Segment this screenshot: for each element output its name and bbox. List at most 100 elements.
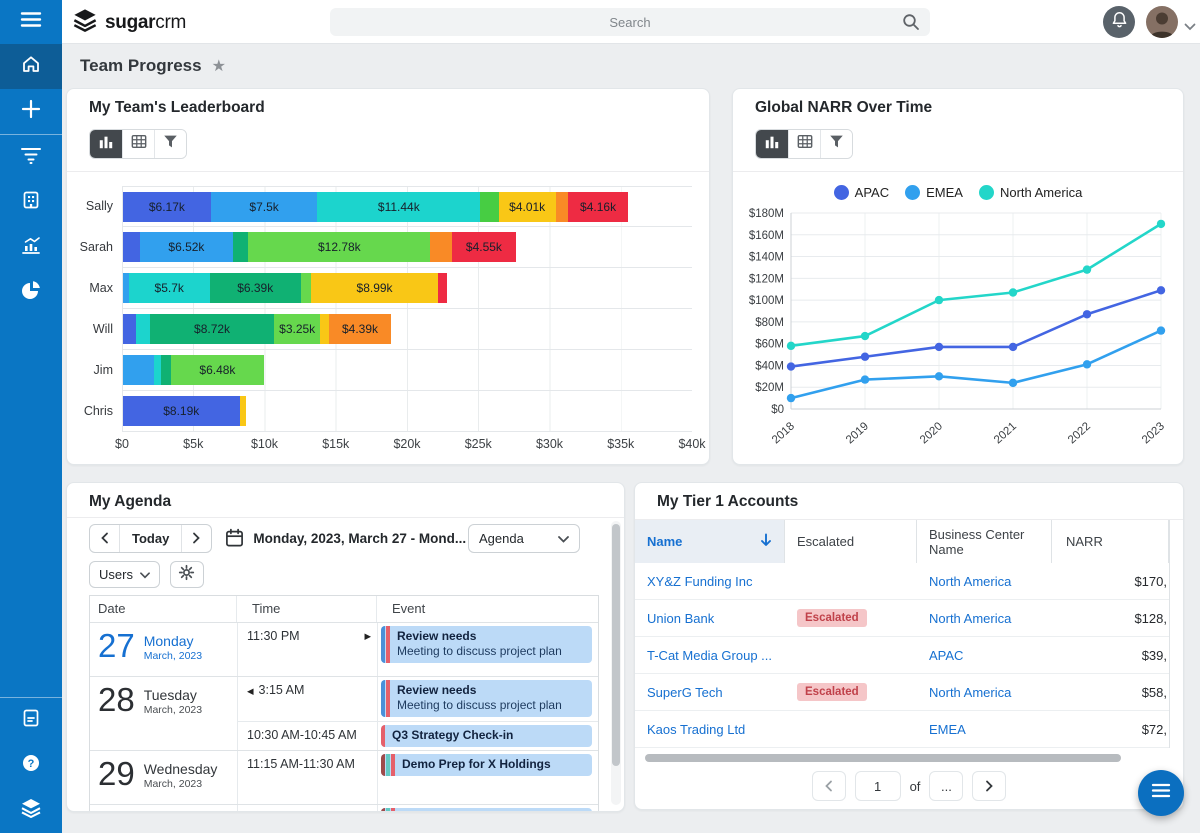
bar-segment[interactable] bbox=[123, 232, 140, 262]
bar-segment[interactable] bbox=[430, 232, 451, 262]
sidebar-item-charts[interactable] bbox=[0, 270, 62, 315]
data-point[interactable] bbox=[861, 375, 869, 383]
data-point[interactable] bbox=[787, 362, 795, 370]
notifications-button[interactable] bbox=[1103, 6, 1135, 38]
chart-view-button[interactable] bbox=[756, 130, 788, 158]
agenda-date-cell[interactable]: 28TuesdayMarch, 2023 bbox=[90, 677, 237, 750]
data-point[interactable] bbox=[1083, 265, 1091, 273]
narr-line-chart[interactable]: $0$20M$40M$60M$80M$100M$120M$140M$160M$1… bbox=[739, 203, 1175, 455]
agenda-date-cell[interactable]: 31FridayMarch, 2023 bbox=[90, 805, 237, 812]
data-point[interactable] bbox=[1157, 286, 1165, 294]
bar-segment[interactable] bbox=[556, 192, 569, 222]
stacked-bar[interactable]: $8.72k$3.25k$4.39k bbox=[123, 314, 692, 344]
sidebar-item-home[interactable] bbox=[0, 44, 62, 89]
today-button[interactable]: Today bbox=[119, 525, 182, 552]
bar-segment[interactable] bbox=[438, 273, 447, 303]
table-view-button[interactable] bbox=[122, 130, 154, 158]
data-point[interactable] bbox=[1083, 360, 1091, 368]
bar-segment[interactable]: $4.39k bbox=[329, 314, 391, 344]
next-button[interactable] bbox=[182, 525, 211, 552]
data-point[interactable] bbox=[1157, 326, 1165, 334]
sidebar-item-sugar[interactable] bbox=[0, 788, 62, 833]
account-name-link[interactable]: Union Bank bbox=[647, 611, 714, 626]
bar-segment[interactable] bbox=[320, 314, 329, 344]
account-name-link[interactable]: XY&Z Funding Inc bbox=[647, 574, 753, 589]
agenda-date-cell[interactable]: 27MondayMarch, 2023 bbox=[90, 623, 237, 676]
stacked-bar[interactable]: $8.19k bbox=[123, 396, 692, 426]
agenda-settings-button[interactable] bbox=[170, 561, 204, 588]
agenda-scrollbar[interactable] bbox=[611, 521, 621, 805]
data-point[interactable] bbox=[1083, 310, 1091, 318]
quick-actions-fab[interactable] bbox=[1138, 770, 1184, 816]
event-chip[interactable]: Review needsMeeting to discuss project p… bbox=[381, 626, 592, 663]
filter-button[interactable] bbox=[820, 130, 852, 158]
pagination-total-button[interactable]: ... bbox=[929, 771, 963, 801]
series-line-north-america[interactable] bbox=[791, 224, 1161, 346]
bar-segment[interactable] bbox=[240, 396, 246, 426]
sidebar-item-help[interactable]: ? bbox=[0, 743, 62, 788]
data-point[interactable] bbox=[1009, 288, 1017, 296]
data-point[interactable] bbox=[1009, 379, 1017, 387]
bar-segment[interactable] bbox=[161, 355, 171, 385]
bar-segment[interactable] bbox=[154, 355, 161, 385]
stacked-bar[interactable]: $5.7k$6.39k $8.99k bbox=[123, 273, 692, 303]
chart-view-button[interactable] bbox=[90, 130, 122, 158]
sidebar-item-create[interactable] bbox=[0, 89, 62, 134]
brand-logo[interactable]: sugarcrm bbox=[72, 8, 186, 37]
user-avatar[interactable] bbox=[1146, 6, 1178, 38]
legend-item-north-america[interactable]: North America bbox=[979, 185, 1082, 200]
data-point[interactable] bbox=[861, 353, 869, 361]
data-point[interactable] bbox=[935, 343, 943, 351]
pagination-next-button[interactable] bbox=[972, 771, 1006, 801]
sidebar-menu-button[interactable] bbox=[0, 0, 62, 44]
tier1-horizontal-scrollbar[interactable] bbox=[645, 754, 1121, 762]
table-view-button[interactable] bbox=[788, 130, 820, 158]
business-center-link[interactable]: North America bbox=[929, 574, 1011, 589]
bar-segment[interactable]: $5.7k bbox=[129, 273, 210, 303]
event-chip[interactable]: Review needsMeeting to discuss project p… bbox=[381, 680, 592, 717]
column-header-narr[interactable]: NARR bbox=[1052, 520, 1169, 563]
bar-segment[interactable]: $11.44k bbox=[317, 192, 480, 222]
account-name-link[interactable]: T-Cat Media Group ... bbox=[647, 648, 772, 663]
series-line-emea[interactable] bbox=[791, 331, 1161, 399]
bar-segment[interactable] bbox=[123, 355, 154, 385]
data-point[interactable] bbox=[787, 342, 795, 350]
event-chip[interactable]: Q3 Strategy Check-in bbox=[381, 725, 592, 747]
data-point[interactable] bbox=[935, 372, 943, 380]
data-point[interactable] bbox=[935, 296, 943, 304]
bar-segment[interactable]: $8.99k bbox=[311, 273, 439, 303]
agenda-date-range[interactable]: Monday, 2023, March 27 - Mond... bbox=[253, 531, 466, 546]
prev-button[interactable] bbox=[90, 525, 119, 552]
account-name-link[interactable]: Kaos Trading Ltd bbox=[647, 722, 745, 737]
bar-segment[interactable] bbox=[233, 232, 249, 262]
agenda-date-cell[interactable]: 29WednesdayMarch, 2023 bbox=[90, 751, 237, 804]
bar-segment[interactable]: $6.52k bbox=[140, 232, 233, 262]
pagination-prev-button[interactable] bbox=[812, 771, 846, 801]
bar-segment[interactable] bbox=[480, 192, 498, 222]
legend-item-emea[interactable]: EMEA bbox=[905, 185, 963, 200]
event-chip[interactable]: Demo Prep for X Holdings bbox=[381, 754, 592, 776]
bar-segment[interactable]: $12.78k bbox=[248, 232, 430, 262]
bar-segment[interactable]: $6.48k bbox=[171, 355, 263, 385]
bar-segment[interactable] bbox=[136, 314, 150, 344]
account-name-link[interactable]: SuperG Tech bbox=[647, 685, 723, 700]
event-chip[interactable]: XY&Z Demo bbox=[381, 808, 592, 812]
business-center-link[interactable]: North America bbox=[929, 611, 1011, 626]
filter-button[interactable] bbox=[154, 130, 186, 158]
bar-segment[interactable]: $4.01k bbox=[499, 192, 556, 222]
sidebar-item-reports[interactable] bbox=[0, 225, 62, 270]
column-header-escalated[interactable]: Escalated bbox=[785, 520, 917, 563]
scrollbar-thumb[interactable] bbox=[612, 524, 620, 766]
bar-segment[interactable]: $4.55k bbox=[452, 232, 517, 262]
business-center-link[interactable]: North America bbox=[929, 685, 1011, 700]
data-point[interactable] bbox=[1157, 220, 1165, 228]
bar-segment[interactable] bbox=[123, 314, 136, 344]
bar-segment[interactable]: $4.16k bbox=[568, 192, 627, 222]
data-point[interactable] bbox=[1009, 343, 1017, 351]
agenda-view-select[interactable]: Agenda bbox=[468, 524, 580, 553]
bar-segment[interactable]: $6.39k bbox=[210, 273, 301, 303]
bar-segment[interactable] bbox=[301, 273, 311, 303]
stacked-bar[interactable]: $6.52k $12.78k $4.55k bbox=[123, 232, 692, 262]
data-point[interactable] bbox=[861, 332, 869, 340]
pagination-current-page[interactable]: 1 bbox=[855, 771, 901, 801]
